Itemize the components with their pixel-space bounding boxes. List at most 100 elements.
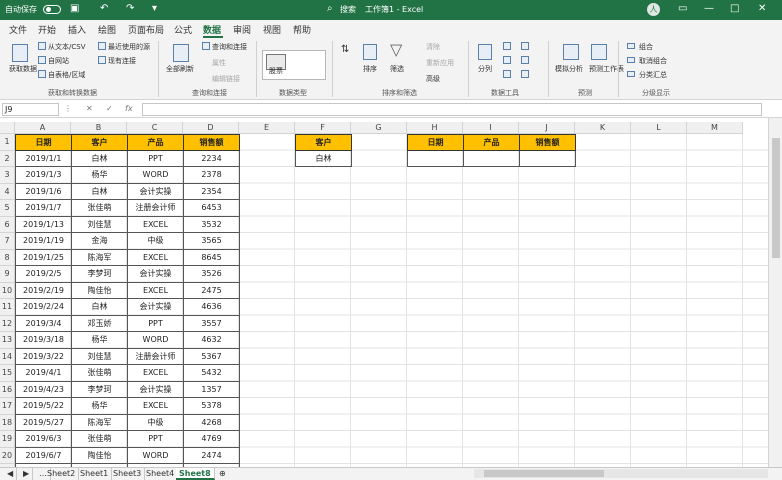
row-header-1[interactable]: 1 <box>0 134 15 151</box>
header-product[interactable]: 产品 <box>127 134 184 151</box>
date-cell[interactable]: 2019/1/7 <box>15 200 72 217</box>
enter-icon[interactable]: ✓ <box>106 104 113 113</box>
tab-file[interactable]: 文件 <box>9 23 27 36</box>
sales-cell[interactable]: 6453 <box>183 200 240 217</box>
product-cell[interactable]: EXCEL <box>127 282 184 299</box>
tab-view[interactable]: 视图 <box>263 23 281 36</box>
sheet-tab-sheet8[interactable]: Sheet8 <box>176 468 215 480</box>
row-header-12[interactable]: 12 <box>0 315 15 332</box>
row-header-10[interactable]: 10 <box>0 282 15 299</box>
sheet-tab-sheet2[interactable]: Sheet2 <box>44 468 80 480</box>
date-cell[interactable]: 2019/3/22 <box>15 348 72 365</box>
sales-cell[interactable]: 4632 <box>183 332 240 349</box>
header-sales[interactable]: 销售额 <box>183 134 240 151</box>
row-header-15[interactable]: 15 <box>0 365 15 382</box>
row-header-3[interactable]: 3 <box>0 167 15 184</box>
remove-duplicates-icon[interactable] <box>503 56 511 64</box>
data-validation-icon[interactable] <box>503 70 511 78</box>
header-customer[interactable]: 客户 <box>71 134 128 151</box>
column-header-i[interactable]: I <box>463 122 519 134</box>
tab-draw[interactable]: 绘图 <box>98 23 116 36</box>
output-cell[interactable] <box>519 150 576 167</box>
product-cell[interactable]: PPT <box>127 315 184 332</box>
maximize-icon[interactable]: □ <box>730 3 739 14</box>
customer-cell[interactable]: 白林 <box>71 183 128 200</box>
product-cell[interactable]: EXCEL <box>127 249 184 266</box>
output-cell[interactable] <box>463 150 520 167</box>
existing-connections-button[interactable]: 现有连接 <box>108 56 136 66</box>
tab-review[interactable]: 审阅 <box>233 23 251 36</box>
product-cell[interactable]: 会计实操 <box>127 381 184 398</box>
row-header-4[interactable]: 4 <box>0 183 15 200</box>
sort-az-icon[interactable]: ⇅ <box>341 44 349 55</box>
relationships-icon[interactable] <box>521 56 529 64</box>
customer-cell[interactable]: 邓玉娇 <box>71 315 128 332</box>
redo-icon[interactable]: ↷ <box>126 3 134 14</box>
autosave-toggle[interactable] <box>43 5 61 14</box>
customer-cell[interactable]: 杨华 <box>71 398 128 415</box>
what-if-button[interactable]: 模拟分析 <box>555 64 583 74</box>
sales-cell[interactable]: 5432 <box>183 365 240 382</box>
reapply-button[interactable]: 重新应用 <box>426 58 454 68</box>
refresh-all-button[interactable]: 全部刷新 <box>166 64 194 74</box>
date-cell[interactable]: 2019/6/7 <box>15 447 72 464</box>
sales-cell[interactable]: 3557 <box>183 315 240 332</box>
text-to-columns-button[interactable]: 分列 <box>478 64 492 74</box>
add-sheet-icon[interactable]: ⊕ <box>216 468 229 480</box>
customer-cell[interactable]: 陶佳怡 <box>71 282 128 299</box>
subtotal-button[interactable]: 分类汇总 <box>639 70 667 80</box>
column-header-k[interactable]: K <box>575 122 631 134</box>
product-cell[interactable]: 注册会计师 <box>127 200 184 217</box>
customer-cell[interactable]: 金海 <box>71 233 128 250</box>
product-cell[interactable]: EXCEL <box>127 398 184 415</box>
criteria-value[interactable]: 白林 <box>295 150 352 167</box>
tab-formulas[interactable]: 公式 <box>174 23 192 36</box>
product-cell[interactable]: 会计实操 <box>127 299 184 316</box>
data-types-gallery[interactable]: 股票 <box>262 50 326 80</box>
date-cell[interactable]: 2019/1/25 <box>15 249 72 266</box>
edit-links-button[interactable]: 编辑链接 <box>212 74 240 84</box>
product-cell[interactable]: 中级 <box>127 233 184 250</box>
customer-cell[interactable]: 陶佳怡 <box>71 447 128 464</box>
row-header-20[interactable]: 20 <box>0 447 15 464</box>
column-header-c[interactable]: C <box>127 122 183 134</box>
from-web-button[interactable]: 自网站 <box>48 56 69 66</box>
product-cell[interactable]: EXCEL <box>127 365 184 382</box>
select-all-corner[interactable] <box>0 122 15 134</box>
row-header-2[interactable]: 2 <box>0 150 15 167</box>
next-sheet-icon[interactable]: ▶ <box>20 468 34 480</box>
row-header-5[interactable]: 5 <box>0 200 15 217</box>
recent-sources-button[interactable]: 最近使用的源 <box>108 42 150 52</box>
sales-cell[interactable]: 4636 <box>183 299 240 316</box>
date-cell[interactable]: 2019/6/3 <box>15 431 72 448</box>
customer-cell[interactable]: 张佳萌 <box>71 200 128 217</box>
sales-cell[interactable]: 8645 <box>183 249 240 266</box>
sheet-tab-sheet3[interactable]: Sheet3 <box>110 468 146 480</box>
product-cell[interactable]: PPT <box>127 431 184 448</box>
output-cell[interactable] <box>407 150 464 167</box>
output-header-product[interactable]: 产品 <box>463 134 520 151</box>
date-cell[interactable]: 2019/3/4 <box>15 315 72 332</box>
column-header-h[interactable]: H <box>407 122 463 134</box>
date-cell[interactable]: 2019/2/5 <box>15 266 72 283</box>
vertical-scroll-thumb[interactable] <box>772 138 780 258</box>
date-cell[interactable]: 2019/2/19 <box>15 282 72 299</box>
from-table-button[interactable]: 自表格/区域 <box>48 70 85 80</box>
customer-cell[interactable]: 李梦珂 <box>71 381 128 398</box>
sales-cell[interactable]: 1357 <box>183 381 240 398</box>
get-data-button[interactable]: 获取数据 <box>9 64 37 74</box>
sort-button[interactable]: 排序 <box>363 64 377 74</box>
sales-cell[interactable]: 3532 <box>183 216 240 233</box>
close-icon[interactable]: ✕ <box>758 3 766 14</box>
date-cell[interactable]: 2019/4/23 <box>15 381 72 398</box>
product-cell[interactable]: WORD <box>127 447 184 464</box>
minimize-icon[interactable]: — <box>704 3 714 14</box>
criteria-header[interactable]: 客户 <box>295 134 352 151</box>
sales-cell[interactable]: 4268 <box>183 414 240 431</box>
date-cell[interactable]: 2019/1/13 <box>15 216 72 233</box>
search-icon[interactable]: ⌕ <box>327 3 333 14</box>
formula-input[interactable] <box>142 103 762 116</box>
date-cell[interactable]: 2019/3/18 <box>15 332 72 349</box>
column-header-l[interactable]: L <box>631 122 687 134</box>
cancel-icon[interactable]: ✕ <box>86 104 93 113</box>
